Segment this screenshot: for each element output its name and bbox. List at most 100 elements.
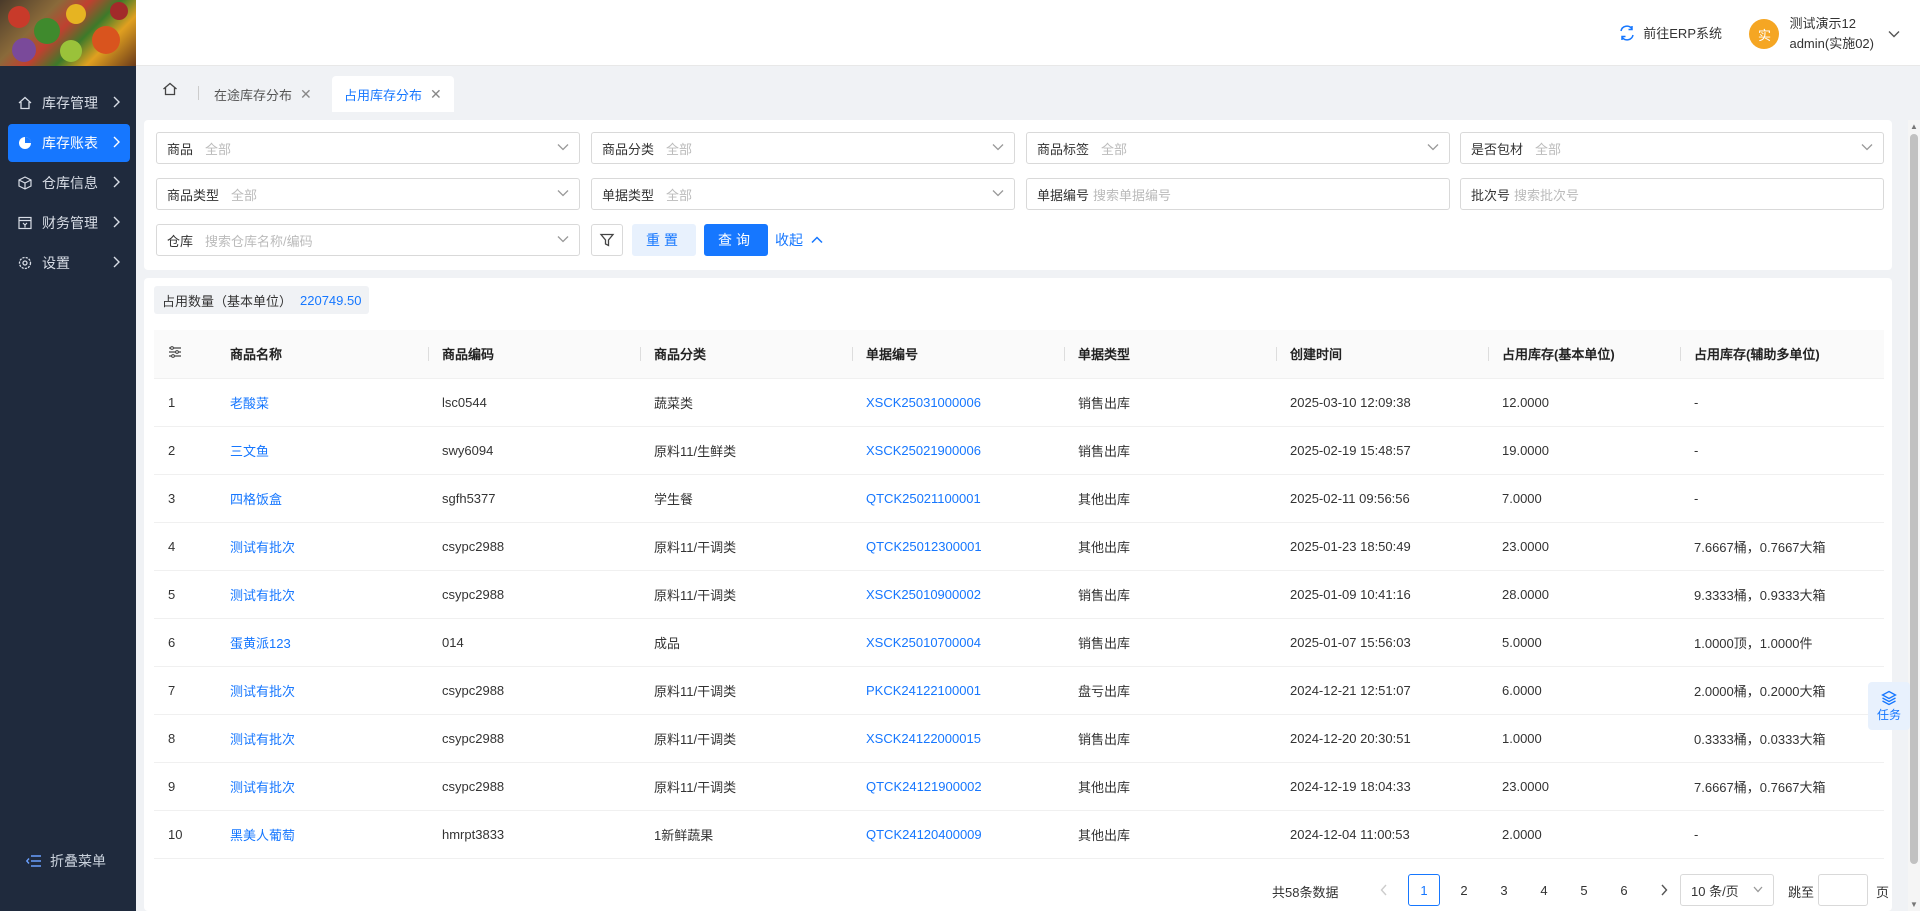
filter-panel: 商品 全部 商品分类 全部 商品标签 全部 是否包材 全部 商品类型 全部 单据…	[144, 120, 1892, 270]
doc-no-link[interactable]: QTCK24120400009	[852, 810, 1064, 859]
chevron-right-icon	[1661, 884, 1668, 896]
product-name-link[interactable]: 测试有批次	[216, 714, 428, 763]
tab-in-transit-inventory[interactable]: 在途库存分布 ✕	[202, 76, 324, 112]
page-button[interactable]: 3	[1488, 874, 1520, 906]
chevron-right-icon	[113, 136, 120, 148]
table-row: 8 测试有批次 csypc2988 原料11/干调类 XSCK24122000015 销售…	[154, 714, 1884, 763]
page-button[interactable]: 1	[1408, 874, 1440, 906]
page-button[interactable]: 2	[1448, 874, 1480, 906]
doc-no-link[interactable]: XSCK24122000015	[852, 714, 1064, 763]
table-cell: 19.0000	[1488, 426, 1680, 475]
product-type-select[interactable]: 商品类型 全部	[156, 178, 580, 210]
table-cell: 2024-12-21 12:51:07	[1276, 666, 1488, 715]
row-index: 8	[154, 714, 216, 763]
doc-no-link[interactable]: XSCK25021900006	[852, 426, 1064, 475]
jump-page-input[interactable]	[1818, 874, 1868, 906]
doc-no-link[interactable]: XSCK25010900002	[852, 570, 1064, 619]
page-button[interactable]: 6	[1608, 874, 1640, 906]
product-name-link[interactable]: 三文鱼	[216, 426, 428, 475]
table-cell: -	[1680, 426, 1884, 475]
sidebar-item-label: 仓库信息	[42, 175, 98, 191]
scroll-down-icon[interactable]: ▼	[1910, 900, 1918, 909]
home-icon	[18, 96, 32, 110]
row-index: 10	[154, 810, 216, 859]
warehouse-select[interactable]: 仓库 搜索仓库名称/编码	[156, 224, 580, 256]
row-index: 2	[154, 426, 216, 475]
reset-button[interactable]: 重置	[632, 224, 696, 256]
close-icon[interactable]: ✕	[300, 86, 312, 103]
batch-no-input[interactable]: 批次号 搜索批次号	[1460, 178, 1884, 210]
task-float-button[interactable]: 任务	[1868, 682, 1910, 730]
summary-label: 占用数量（基本单位）	[162, 293, 293, 309]
product-name-link[interactable]: 测试有批次	[216, 522, 428, 571]
field-label: 单据编号	[1037, 187, 1090, 203]
table-cell: 7.6667桶，0.7667大箱	[1680, 522, 1884, 571]
field-label: 是否包材	[1471, 141, 1524, 157]
table-cell: 2024-12-19 18:04:33	[1276, 762, 1488, 811]
sidebar-item-inventory-management[interactable]: 库存管理	[8, 84, 130, 122]
column-header[interactable]: 占用库存(辅助多单位)	[1680, 330, 1884, 379]
column-header[interactable]: 单据编号	[852, 330, 1064, 379]
home-icon	[163, 82, 177, 96]
tag-select[interactable]: 商品标签 全部	[1026, 132, 1450, 164]
category-select[interactable]: 商品分类 全部	[591, 132, 1015, 164]
product-name-link[interactable]: 四格饭盒	[216, 474, 428, 523]
tab-label: 占用库存分布	[344, 87, 423, 103]
sidebar-item-inventory-reports[interactable]: 库存账表	[8, 124, 130, 162]
sidebar-item-label: 库存管理	[42, 95, 98, 111]
doc-type-select[interactable]: 单据类型 全部	[591, 178, 1015, 210]
doc-no-link[interactable]: XSCK25010700004	[852, 618, 1064, 667]
scrollbar-thumb[interactable]	[1910, 134, 1918, 864]
home-tab[interactable]	[162, 82, 178, 99]
close-icon[interactable]: ✕	[430, 86, 442, 103]
product-name-link[interactable]: 黑美人葡萄	[216, 810, 428, 859]
doc-no-link[interactable]: QTCK25012300001	[852, 522, 1064, 571]
query-button[interactable]: 查询	[704, 224, 768, 256]
advanced-filter-button[interactable]	[591, 224, 623, 256]
collapse-menu-button[interactable]: 折叠菜单	[26, 851, 106, 871]
table-cell: 2024-12-20 20:30:51	[1276, 714, 1488, 763]
fold-filter-button[interactable]: 收起	[775, 230, 823, 250]
table-cell: 其他出库	[1064, 522, 1276, 571]
doc-no-link[interactable]: QTCK25021100001	[852, 474, 1064, 523]
sidebar-item-warehouse-info[interactable]: 仓库信息	[8, 164, 130, 202]
page-button[interactable]: 4	[1528, 874, 1560, 906]
doc-no-link[interactable]: XSCK25031000006	[852, 378, 1064, 427]
page-button[interactable]: 5	[1568, 874, 1600, 906]
product-select[interactable]: 商品 全部	[156, 132, 580, 164]
product-name-link[interactable]: 蛋黄派123	[216, 618, 428, 667]
page-size-value: 10 条/页	[1691, 883, 1739, 899]
table-row: 5 测试有批次 csypc2988 原料11/干调类 XSCK25010900002 销售…	[154, 570, 1884, 619]
column-header[interactable]: 创建时间	[1276, 330, 1488, 379]
doc-no-link[interactable]: PKCK24122100001	[852, 666, 1064, 715]
next-page-button[interactable]	[1648, 874, 1680, 906]
tab-occupied-inventory[interactable]: 占用库存分布 ✕	[332, 76, 454, 112]
column-header[interactable]: 商品名称	[216, 330, 428, 379]
page-scrollbar[interactable]: ▲ ▼	[1908, 120, 1920, 911]
product-name-link[interactable]: 测试有批次	[216, 762, 428, 811]
sidebar-item-settings[interactable]: 设置	[8, 244, 130, 282]
column-settings[interactable]	[154, 330, 216, 379]
column-header[interactable]: 商品分类	[640, 330, 852, 379]
table-cell: 7.0000	[1488, 474, 1680, 523]
doc-no-link[interactable]: QTCK24121900002	[852, 762, 1064, 811]
goto-erp-link[interactable]: 前往ERP系统	[1619, 23, 1722, 42]
table-cell: 2025-01-07 15:56:03	[1276, 618, 1488, 667]
product-name-link[interactable]: 测试有批次	[216, 570, 428, 619]
page-size-select[interactable]: 10 条/页	[1680, 874, 1774, 906]
packaging-select[interactable]: 是否包材 全部	[1460, 132, 1884, 164]
table-cell: csypc2988	[428, 666, 640, 715]
column-header[interactable]: 单据类型	[1064, 330, 1276, 379]
prev-page-button[interactable]	[1368, 874, 1400, 906]
doc-no-input[interactable]: 单据编号 搜索单据编号	[1026, 178, 1450, 210]
user-menu[interactable]: 实 测试演示12 admin(实施02)	[1749, 14, 1900, 54]
table-row: 10 黑美人葡萄 hmrpt3833 1新鲜蔬果 QTCK24120400009 其他出库…	[154, 810, 1884, 859]
product-name-link[interactable]: 老酸菜	[216, 378, 428, 427]
row-index: 1	[154, 378, 216, 427]
field-placeholder: 搜索批次号	[1514, 187, 1580, 203]
product-name-link[interactable]: 测试有批次	[216, 666, 428, 715]
column-header[interactable]: 占用库存(基本单位)	[1488, 330, 1680, 379]
column-header[interactable]: 商品编码	[428, 330, 640, 379]
sidebar-item-finance[interactable]: 财务管理	[8, 204, 130, 242]
scroll-up-icon[interactable]: ▲	[1910, 122, 1918, 131]
